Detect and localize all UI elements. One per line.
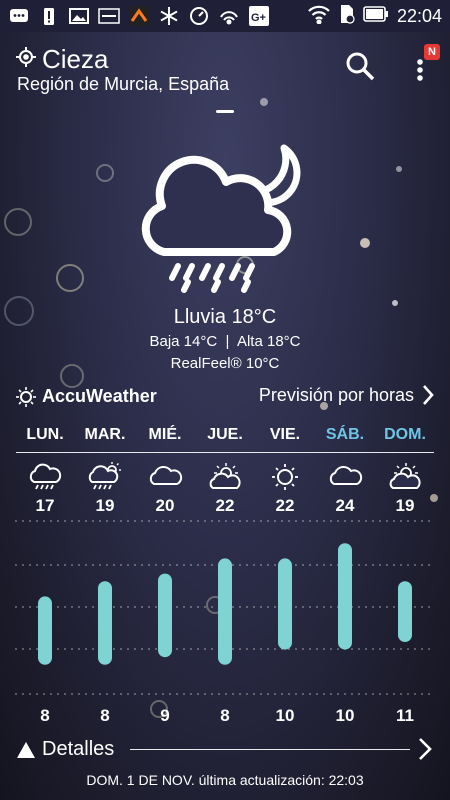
status-bar: G+ 22:04: [0, 0, 450, 32]
page-indicator: [216, 110, 234, 113]
temperature-range-bar: [398, 581, 412, 642]
forecast-low: 10: [335, 706, 355, 725]
provider-name: AccuWeather: [42, 386, 157, 406]
status-time: 22:04: [396, 5, 442, 26]
sun-icon: [272, 464, 298, 490]
google-plus-icon: G+: [248, 5, 270, 27]
hourly-forecast-link[interactable]: Previsión por horas: [259, 384, 434, 406]
forecast-day-icon-cell: [375, 462, 435, 492]
temperature-range-chart: [15, 520, 435, 695]
bokeh-light: [260, 98, 268, 106]
details-toggle[interactable]: Detalles: [16, 738, 114, 761]
forecast-low: 8: [220, 706, 230, 725]
location-target-icon: [16, 47, 36, 72]
temperature-range-bar: [338, 543, 352, 650]
search-button[interactable]: [344, 50, 376, 82]
forecast-day-label: MAR.: [84, 426, 126, 443]
forecast-highs: 17 19 20 22 22 24 19: [15, 496, 435, 516]
asus-icon: [98, 5, 120, 27]
city-name: Cieza: [42, 44, 109, 74]
bokeh-light: [4, 208, 32, 236]
chevron-right-icon: [423, 385, 434, 405]
cloud-icon: [329, 466, 363, 485]
hourly-forecast-label: Previsión por horas: [258, 384, 414, 405]
forecast-days: LUN. MAR. MIÉ. JUE. VIE. SÁB. DOM.: [15, 426, 435, 444]
bokeh-light: [96, 164, 114, 182]
forecast-lows: 8 8 9 8 10 10 11: [15, 706, 435, 726]
forecast-day-icon-cell: [135, 462, 195, 492]
condition-text: Lluvia: [173, 306, 226, 328]
details-divider: [130, 749, 410, 750]
temperature-range-bar: [278, 558, 292, 650]
bokeh-light: [396, 166, 402, 172]
gallery-icon: [68, 5, 90, 27]
triangle-up-icon: [17, 741, 35, 758]
forecast-day-label: LUN.: [26, 426, 64, 443]
rain-night-icon: [141, 144, 301, 293]
search-icon: [346, 52, 375, 81]
realfeel-temperature: RealFeel® 10°C: [170, 355, 280, 372]
forecast-low: 8: [40, 706, 50, 725]
temperature-range-bar: [158, 573, 172, 658]
forecast-low: 9: [160, 706, 170, 725]
sun-rain-icon: [88, 462, 121, 490]
forecast-day-label: MIÉ.: [148, 426, 182, 443]
app-notification-icon: [128, 5, 150, 27]
svg-text:G+: G+: [251, 12, 266, 24]
accuweather-logo[interactable]: AccuWeather: [16, 386, 157, 407]
forecast-high: 24: [335, 496, 355, 515]
forecast-day-icon-cell: [195, 462, 255, 492]
battery-icon: [363, 5, 389, 27]
temperature-range-bar: [218, 558, 232, 665]
sun-logo-icon: [16, 386, 36, 407]
forecast-day-icon-cell: [75, 462, 135, 492]
notification-badge: N: [424, 44, 440, 60]
partly-sunny-icon: [209, 463, 241, 489]
partly-sunny-icon: [389, 463, 421, 489]
forecast-low: 10: [275, 706, 295, 725]
forecast-day-label: DOM.: [384, 426, 426, 443]
forecast-day-icon-cell: [15, 462, 75, 492]
forecast-high: 22: [275, 496, 295, 515]
wifi-icon: [307, 4, 331, 29]
chat-notification-icon: [8, 5, 30, 27]
low-high-row: Baja 14°C | Alta 18°C: [0, 333, 450, 350]
forecast-day-icon-cell: [315, 462, 375, 492]
current-condition: Lluvia 18°C: [0, 306, 450, 329]
forecast-day-label: JUE.: [207, 426, 243, 443]
forecast-high: 20: [155, 496, 175, 515]
sim-icon: [339, 4, 355, 29]
forecast-high: 19: [95, 496, 115, 515]
details-next-button[interactable]: [416, 736, 436, 762]
forecast-day-label: SÁB.: [325, 426, 365, 443]
forecast-day-label: VIE.: [269, 426, 301, 443]
location-selector[interactable]: Cieza: [16, 44, 108, 75]
snowflake-icon: [158, 5, 180, 27]
bokeh-light: [360, 238, 370, 248]
forecast-day-icon-cell: [255, 462, 315, 492]
current-temperature: 18°C: [231, 306, 277, 328]
rain-icon: [29, 463, 62, 490]
region-name: Región de Murcia, España: [17, 74, 230, 94]
forecast-low: 8: [100, 706, 110, 725]
hotspot-icon: [218, 5, 240, 27]
forecast-low: 11: [396, 706, 414, 725]
separator: |: [225, 333, 230, 350]
forecast-high: 17: [35, 496, 55, 515]
low-temperature: Baja 14°C: [149, 333, 218, 350]
forecast-high: 22: [215, 496, 235, 515]
last-updated: DOM. 1 DE NOV. última actualización: 22:…: [86, 772, 364, 788]
forecast-icons: [15, 462, 435, 492]
battery-warning-icon: [38, 5, 60, 27]
speed-icon: [188, 5, 210, 27]
details-label: Detalles: [42, 738, 115, 760]
cloud-icon: [149, 466, 183, 485]
forecast-high: 19: [395, 496, 415, 515]
temperature-range-bar: [98, 581, 112, 665]
temperature-range-bar: [38, 596, 52, 665]
divider: [16, 452, 434, 453]
bokeh-light: [56, 264, 84, 292]
high-temperature: Alta 18°C: [236, 333, 301, 350]
